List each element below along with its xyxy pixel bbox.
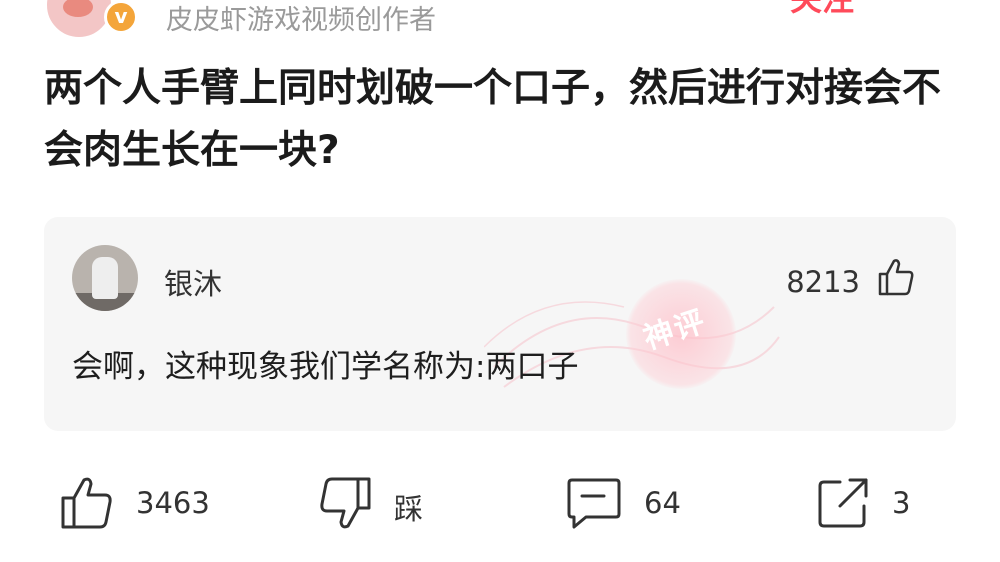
comment-text: 会啊，这种现象我们学名称为:两口子 [72, 349, 579, 385]
stamp-label: 神评 [639, 303, 711, 357]
share-count: 3 [892, 486, 911, 520]
verified-icon: v [104, 0, 138, 34]
dislike-icon [320, 477, 371, 529]
dislike-label: 踩 [394, 492, 424, 526]
commenter-name[interactable]: 银沐 [164, 261, 222, 303]
comment-icon [567, 478, 621, 529]
like-count: 3463 [136, 486, 210, 520]
comment-like-count: 8213 [786, 265, 860, 299]
shenping-stamp: 神评 [626, 279, 736, 389]
dislike-button[interactable]: 踩 [318, 476, 458, 536]
post-title[interactable]: 两个人手臂上同时划破一个口子，然后进行对接会不会肉生长在一块? [44, 58, 956, 182]
follow-button[interactable]: 关注 [790, 0, 854, 20]
action-bar: 3463 踩 64 3 [0, 470, 1000, 540]
like-button[interactable]: 3463 [60, 476, 240, 536]
comment-count: 64 [644, 486, 681, 520]
comment-like-icon[interactable] [876, 257, 916, 297]
share-icon [818, 478, 868, 528]
like-icon [61, 477, 112, 529]
author-title: 皮皮虾游戏视频创作者 [166, 5, 436, 36]
top-comment-card[interactable]: 银沐 神评 8213 会啊，这种现象我们学名称为:两口子 [44, 217, 956, 431]
comment-button[interactable]: 64 [566, 476, 706, 536]
share-button[interactable]: 3 [816, 476, 936, 536]
commenter-avatar[interactable] [72, 245, 138, 311]
